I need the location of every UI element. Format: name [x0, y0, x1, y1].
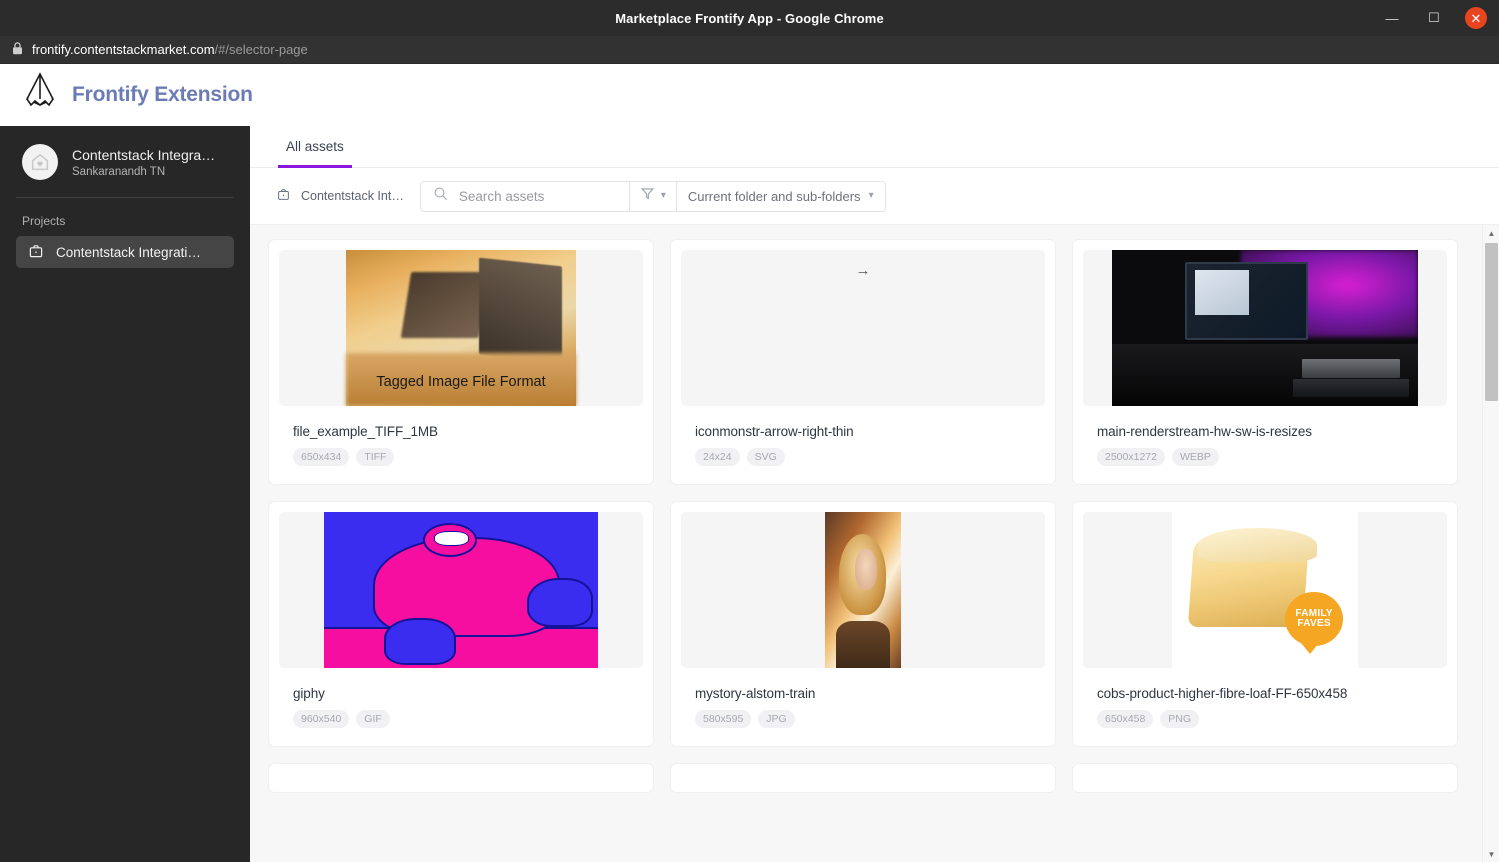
tab-all-assets[interactable]: All assets	[278, 139, 352, 168]
breadcrumb[interactable]: Contentstack Int…	[276, 187, 404, 205]
sidebar-item-contentstack-integration[interactable]: Contentstack Integrati…	[16, 236, 234, 268]
asset-toolbar: Contentstack Int… Search assets ▾ Curren…	[250, 168, 1499, 224]
asset-chips: 960x540 GIF	[293, 710, 643, 728]
thumbnail-overlay-text: Tagged Image File Format	[376, 374, 546, 390]
browser-url-bar[interactable]: frontify.contentstackmarket.com/#/select…	[0, 36, 1499, 64]
briefcase-icon	[276, 187, 291, 205]
tiff-laptop-photo: Tagged Image File Format	[346, 250, 576, 406]
filter-funnel-icon	[640, 186, 655, 206]
badge-line-2: FAVES	[1297, 618, 1331, 630]
scroll-up-arrow-icon[interactable]: ▲	[1483, 225, 1499, 241]
asset-thumbnail	[681, 512, 1045, 668]
bread-loaf-photo: FAMILY FAVES	[1172, 512, 1358, 668]
asset-dimensions-chip: 2500x1272	[1097, 448, 1165, 466]
asset-card-partial[interactable]	[268, 763, 654, 793]
main-content: All assets Contentstack Int… Search asse…	[250, 126, 1499, 862]
chevron-down-icon: ▾	[868, 190, 874, 201]
scrollbar-thumb[interactable]	[1485, 243, 1498, 401]
asset-thumbnail	[1083, 250, 1447, 406]
account-name: Contentstack Integra…	[72, 146, 216, 163]
search-and-filter-group: ▾ Current folder and sub-folders ▾	[419, 180, 886, 212]
window-title: Marketplace Frontify App - Google Chrome	[615, 10, 884, 26]
asset-format-chip: PNG	[1160, 710, 1200, 728]
asset-dimensions-chip: 960x540	[293, 710, 350, 728]
account-row[interactable]: Contentstack Integra… Sankaranandh TN	[0, 144, 250, 180]
tab-bar: All assets	[250, 126, 1499, 168]
asset-chips: 650x458 PNG	[1097, 710, 1447, 728]
asset-grid-scroll-area: Tagged Image File Format file_example_TI…	[250, 224, 1499, 862]
asset-thumbnail: →	[681, 250, 1045, 406]
asset-chips: 2500x1272 WEBP	[1097, 448, 1447, 466]
avatar	[22, 144, 58, 180]
asset-name: mystory-alstom-train	[695, 686, 816, 701]
sidebar-section-label: Projects	[22, 214, 66, 228]
home-heart-icon	[31, 153, 49, 171]
breadcrumb-label: Contentstack Int…	[301, 189, 404, 203]
lock-icon	[12, 41, 23, 58]
asset-format-chip: WEBP	[1171, 448, 1219, 466]
asset-thumbnail: FAMILY FAVES	[1083, 512, 1447, 668]
vertical-scrollbar[interactable]: ▲ ▼	[1482, 225, 1499, 862]
close-icon[interactable]: ✕	[1465, 7, 1487, 29]
window-titlebar: Marketplace Frontify App - Google Chrome…	[0, 0, 1499, 36]
url-domain: frontify.contentstackmarket.com	[32, 42, 215, 57]
asset-format-chip: SVG	[746, 448, 785, 466]
briefcase-icon	[28, 243, 44, 262]
asset-chips: 650x434 TIFF	[293, 448, 643, 466]
renderstream-studio-photo	[1112, 250, 1418, 406]
asset-thumbnail	[279, 512, 643, 668]
asset-card[interactable]: giphy 960x540 GIF	[268, 501, 654, 747]
asset-name: file_example_TIFF_1MB	[293, 424, 438, 439]
asset-dimensions-chip: 650x434	[293, 448, 350, 466]
asset-dimensions-chip: 580x595	[695, 710, 752, 728]
asset-card[interactable]: main-renderstream-hw-sw-is-resizes 2500x…	[1072, 239, 1458, 485]
asset-name: giphy	[293, 686, 325, 701]
sidebar-item-label: Contentstack Integrati…	[56, 244, 201, 260]
asset-chips: 24x24 SVG	[695, 448, 1045, 466]
folder-scope-label: Current folder and sub-folders	[687, 188, 861, 204]
window-controls: — ☐ ✕	[1381, 0, 1499, 36]
family-faves-badge: FAMILY FAVES	[1285, 592, 1344, 655]
chevron-down-icon: ▾	[660, 190, 666, 201]
asset-card-partial[interactable]	[670, 763, 1056, 793]
app-header: Frontify Extension	[0, 64, 1499, 126]
asset-name: main-renderstream-hw-sw-is-resizes	[1097, 424, 1312, 439]
filter-button[interactable]: ▾	[630, 182, 676, 211]
giphy-illustration	[324, 512, 598, 668]
asset-dimensions-chip: 24x24	[695, 448, 740, 466]
asset-dimensions-chip: 650x458	[1097, 710, 1154, 728]
asset-chips: 580x595 JPG	[695, 710, 1045, 728]
frontify-logo-icon	[22, 72, 58, 117]
asset-card[interactable]: → iconmonstr-arrow-right-thin 24x24 SVG	[670, 239, 1056, 485]
minimize-icon[interactable]: —	[1381, 7, 1403, 29]
maximize-icon[interactable]: ☐	[1423, 7, 1445, 29]
asset-format-chip: GIF	[356, 710, 390, 728]
asset-grid: Tagged Image File Format file_example_TI…	[250, 225, 1482, 793]
page-title: Frontify Extension	[72, 82, 253, 106]
arrow-right-icon: →	[855, 262, 871, 279]
asset-name: cobs-product-higher-fibre-loaf-FF-650x45…	[1097, 686, 1348, 701]
asset-card[interactable]: mystory-alstom-train 580x595 JPG	[670, 501, 1056, 747]
asset-format-chip: TIFF	[356, 448, 395, 466]
app-body: Contentstack Integra… Sankaranandh TN Pr…	[0, 126, 1499, 862]
asset-card[interactable]: FAMILY FAVES cobs-product-higher-fibre-l…	[1072, 501, 1458, 747]
sidebar: Contentstack Integra… Sankaranandh TN Pr…	[0, 126, 250, 862]
asset-name: iconmonstr-arrow-right-thin	[695, 424, 854, 439]
search-box[interactable]	[421, 182, 629, 211]
account-username: Sankaranandh TN	[72, 165, 166, 178]
url-text: frontify.contentstackmarket.com/#/select…	[32, 42, 308, 57]
asset-card[interactable]: Tagged Image File Format file_example_TI…	[268, 239, 654, 485]
portrait-photo	[825, 512, 901, 668]
search-icon	[433, 186, 448, 206]
scroll-down-arrow-icon[interactable]: ▼	[1483, 846, 1499, 862]
url-path: /#/selector-page	[214, 42, 308, 57]
folder-scope-dropdown[interactable]: Current folder and sub-folders ▾	[677, 182, 885, 211]
account-meta: Contentstack Integra… Sankaranandh TN	[72, 147, 215, 178]
asset-format-chip: JPG	[758, 710, 795, 728]
asset-card-partial[interactable]	[1072, 763, 1458, 793]
asset-thumbnail: Tagged Image File Format	[279, 250, 643, 406]
search-input[interactable]	[458, 188, 617, 204]
